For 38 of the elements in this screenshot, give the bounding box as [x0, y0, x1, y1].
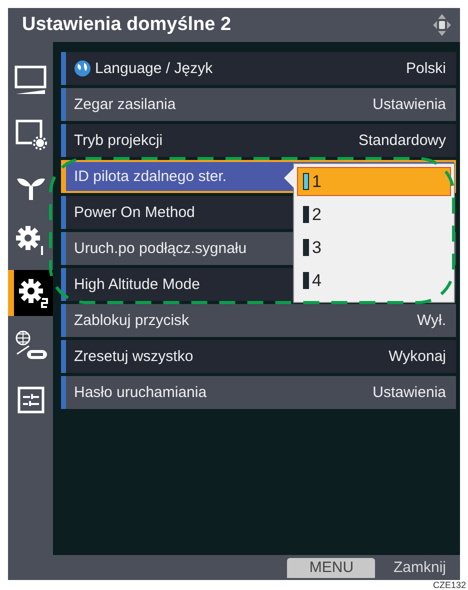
row-label: Zablokuj przycisk [74, 312, 190, 329]
row-value: Polski [406, 60, 446, 77]
dropdown-option[interactable]: 2 [297, 200, 451, 229]
row-label: ID pilota zdalnego ster. [74, 168, 227, 185]
window-title: Ustawienia domyślne 2 [22, 14, 232, 36]
row-label: Tryb projekcji [74, 132, 163, 149]
row-value: Ustawienia [372, 384, 446, 401]
option-marker-icon [303, 173, 309, 190]
row-label: Uruch.po podłącz.sygnału [74, 240, 247, 257]
row-label: High Altitude Mode [74, 276, 200, 293]
row-value: Wył. [416, 312, 446, 329]
gear-two-icon [16, 276, 50, 310]
option-marker-icon [303, 239, 309, 256]
menu-row[interactable]: Tryb projekcji Standardowy [61, 124, 456, 157]
dropdown-option[interactable]: 1 [297, 167, 451, 196]
row-label: Hasło uruchamiania [74, 384, 207, 401]
close-button[interactable]: Zamknij [387, 559, 452, 576]
row-label: Zresetuj wszystko [74, 348, 194, 365]
row-value: Standardowy [358, 132, 446, 149]
option-marker-icon [303, 272, 309, 289]
dropdown-option[interactable]: 3 [297, 233, 451, 262]
menu-row[interactable]: Language / Język Polski [61, 52, 456, 85]
row-label: Language / Język [95, 60, 213, 77]
panel-icon [16, 384, 46, 414]
dropdown-option[interactable]: 4 [297, 266, 451, 295]
row-label: Zegar zasilania [74, 96, 176, 113]
menu-row[interactable]: Zegar zasilania Ustawienia [61, 88, 456, 121]
navigation-arrows-icon [432, 13, 452, 37]
menu-row[interactable]: Zresetuj wszystko Wykonaj [61, 340, 456, 373]
figure-code: CZE132 [432, 580, 466, 590]
menu-row[interactable]: Zablokuj przycisk Wył. [61, 304, 456, 337]
menu-row[interactable]: Hasło uruchamiania Ustawienia [61, 376, 456, 409]
sidebar-tab[interactable] [8, 270, 53, 316]
option-marker-icon [303, 206, 309, 223]
row-value: Ustawienia [372, 96, 446, 113]
row-label: Power On Method [74, 204, 195, 221]
row-value: Wykonaj [388, 348, 446, 365]
menu-key-button[interactable]: MENU [287, 558, 376, 578]
